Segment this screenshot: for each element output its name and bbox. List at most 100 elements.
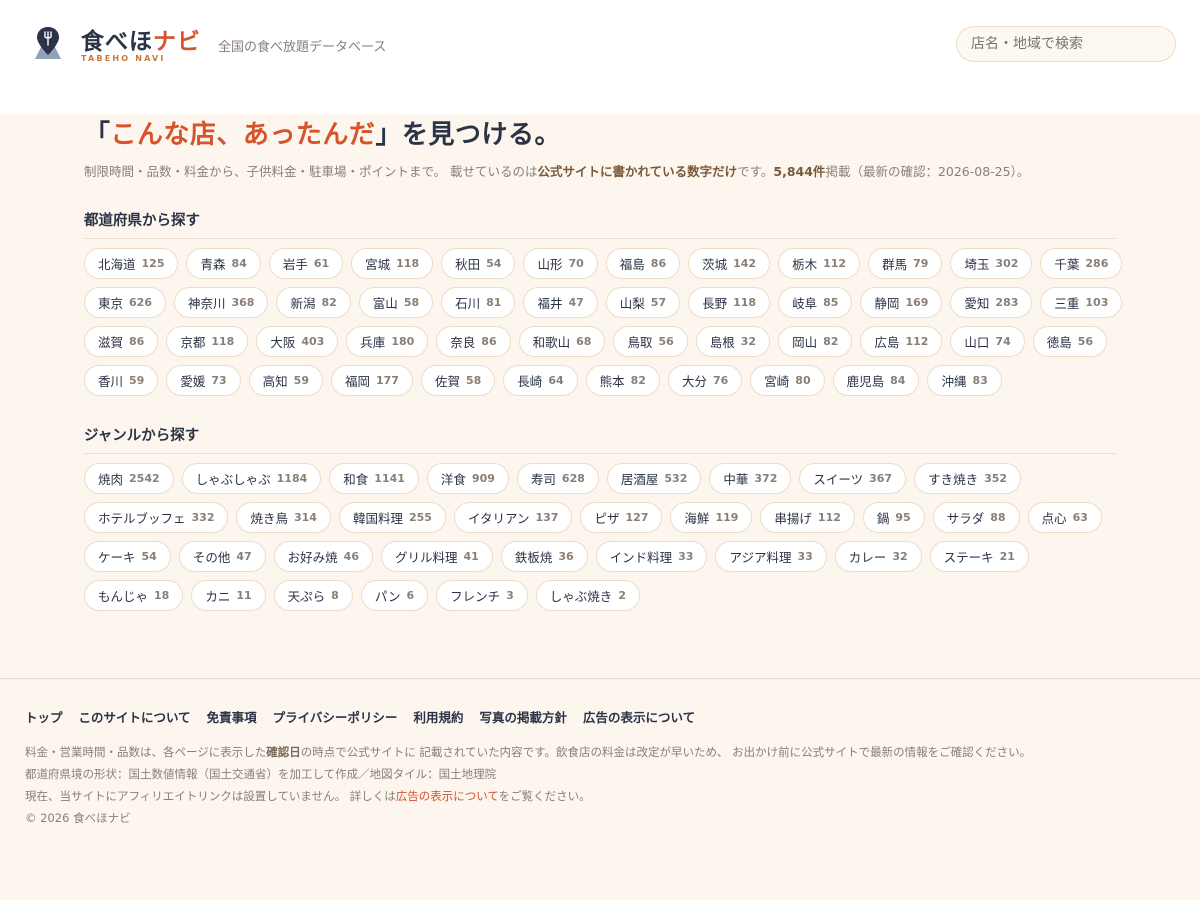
genre-chip-label: 海鮮: [684, 511, 710, 526]
prefecture-chip[interactable]: 福井 47: [523, 287, 598, 318]
genre-chip[interactable]: 寿司 628: [516, 463, 599, 494]
prefecture-chip[interactable]: 島根 32: [695, 326, 771, 357]
genre-chip[interactable]: カレー 32: [834, 541, 922, 572]
prefecture-chip[interactable]: 宮城 118: [351, 248, 434, 279]
genre-chip[interactable]: アジア料理 33: [715, 541, 827, 572]
prefecture-chip[interactable]: 高知 59: [248, 365, 323, 396]
prefecture-chip[interactable]: 群馬 79: [868, 248, 943, 279]
genre-chip[interactable]: 韓国料理 255: [338, 502, 446, 533]
prefecture-chip[interactable]: 香川 59: [84, 365, 159, 396]
footer-link[interactable]: 免責事項: [207, 707, 257, 726]
genre-chip[interactable]: 焼肉 2542: [84, 463, 174, 494]
prefecture-chip-label: 新潟: [290, 296, 316, 311]
genre-chip[interactable]: ホテルブッフェ 332: [84, 502, 229, 533]
genre-chip[interactable]: フレンチ 3: [436, 580, 528, 611]
prefecture-chip[interactable]: 山梨 57: [605, 287, 681, 318]
genre-chip[interactable]: イタリアン 137: [453, 502, 573, 533]
genre-chip[interactable]: 鉄板焼 36: [500, 541, 588, 572]
footer-link[interactable]: 写真の掲載方針: [479, 707, 567, 726]
genre-chip[interactable]: ステーキ 21: [929, 541, 1029, 572]
prefecture-chip[interactable]: 新潟 82: [276, 287, 351, 318]
genre-chip[interactable]: パン 6: [360, 580, 429, 611]
genre-chip[interactable]: 焼き鳥 314: [236, 502, 331, 533]
genre-chip[interactable]: 天ぷら 8: [273, 580, 353, 611]
prefecture-chip[interactable]: 佐賀 58: [420, 365, 496, 396]
genre-chip[interactable]: インド料理 33: [595, 541, 708, 572]
prefecture-chip[interactable]: 徳島 56: [1032, 326, 1108, 357]
genre-chip[interactable]: ケーキ 54: [84, 541, 171, 572]
ad-policy-link[interactable]: 広告の表示について: [396, 789, 499, 803]
footer-link[interactable]: 利用規約: [413, 707, 463, 726]
prefecture-chip[interactable]: 宮崎 80: [750, 365, 825, 396]
logo-title[interactable]: 食べほナビ: [81, 22, 201, 56]
prefecture-chip[interactable]: 沖縄 83: [927, 365, 1002, 396]
prefecture-chip[interactable]: 東京 626: [84, 287, 166, 318]
prefecture-chip[interactable]: 茨城 142: [688, 248, 771, 279]
prefecture-chip[interactable]: 秋田 54: [441, 248, 516, 279]
genre-chip[interactable]: 居酒屋 532: [606, 463, 702, 494]
genre-chip[interactable]: 和食 1141: [329, 463, 419, 494]
prefecture-chip[interactable]: 岐阜 85: [778, 287, 853, 318]
prefecture-chip[interactable]: 長野 118: [688, 287, 771, 318]
prefecture-chip-label: 長崎: [517, 374, 543, 389]
prefecture-chip[interactable]: 山口 74: [950, 326, 1025, 357]
prefecture-chip[interactable]: 静岡 169: [860, 287, 943, 318]
genre-chip[interactable]: もんじゃ 18: [84, 580, 184, 611]
prefecture-chip[interactable]: 岡山 82: [778, 326, 853, 357]
genre-chip[interactable]: お好み焼 46: [273, 541, 373, 572]
genre-chip[interactable]: 海鮮 119: [670, 502, 753, 533]
genre-chip[interactable]: グリル料理 41: [380, 541, 493, 572]
prefecture-chip[interactable]: 鳥取 56: [613, 326, 688, 357]
genre-chip[interactable]: 点心 63: [1027, 502, 1102, 533]
genre-chip[interactable]: ピザ 127: [580, 502, 663, 533]
genre-chip[interactable]: カニ 11: [191, 580, 266, 611]
footer-link[interactable]: トップ: [25, 707, 63, 726]
prefecture-chip[interactable]: 奈良 86: [436, 326, 511, 357]
genre-chip[interactable]: 鍋 95: [862, 502, 925, 533]
prefecture-chip[interactable]: 青森 84: [186, 248, 261, 279]
prefecture-chip[interactable]: 神奈川 368: [173, 287, 269, 318]
prefecture-chip[interactable]: 愛知 283: [950, 287, 1033, 318]
prefecture-chip[interactable]: 北海道 125: [84, 248, 179, 279]
footer-link[interactable]: このサイトについて: [79, 707, 191, 726]
prefecture-chip[interactable]: 大阪 403: [256, 326, 339, 357]
prefecture-chip[interactable]: 富山 58: [358, 287, 434, 318]
genre-chip[interactable]: 洋食 909: [426, 463, 509, 494]
genre-chip[interactable]: 串揚げ 112: [760, 502, 855, 533]
footer-link[interactable]: 広告の表示について: [583, 707, 695, 726]
footer-link[interactable]: プライバシーポリシー: [273, 707, 398, 726]
genre-chip[interactable]: サラダ 88: [932, 502, 1020, 533]
map-pin-fork-icon[interactable]: [31, 25, 65, 61]
prefecture-chip[interactable]: 千葉 286: [1040, 248, 1123, 279]
genre-chip[interactable]: しゃぶしゃぶ 1184: [181, 463, 322, 494]
prefecture-chip[interactable]: 広島 112: [860, 326, 943, 357]
prefecture-chip[interactable]: 京都 118: [166, 326, 249, 357]
genre-chip[interactable]: その他 47: [178, 541, 266, 572]
prefecture-chip[interactable]: 福岡 177: [330, 365, 413, 396]
title-close: 」を見つける。: [375, 120, 562, 150]
prefecture-chip[interactable]: 愛媛 73: [166, 365, 241, 396]
prefecture-chip[interactable]: 埼玉 302: [950, 248, 1033, 279]
prefecture-chip[interactable]: 滋賀 86: [84, 326, 159, 357]
prefecture-chip[interactable]: 岩手 61: [268, 248, 344, 279]
prefecture-chip[interactable]: 福島 86: [605, 248, 681, 279]
prefecture-chip[interactable]: 熊本 82: [585, 365, 660, 396]
prefecture-chip[interactable]: 鹿児島 84: [832, 365, 920, 396]
prefecture-chip[interactable]: 三重 103: [1040, 287, 1123, 318]
genre-chip[interactable]: スイーツ 367: [799, 463, 907, 494]
genre-chip[interactable]: しゃぶ焼き 2: [535, 580, 640, 611]
prefecture-chip[interactable]: 栃木 112: [778, 248, 861, 279]
prefecture-chip[interactable]: 山形 70: [523, 248, 598, 279]
prefecture-chip[interactable]: 長崎 64: [503, 365, 578, 396]
genre-chip[interactable]: すき焼き 352: [914, 463, 1022, 494]
prefecture-chip[interactable]: 石川 81: [441, 287, 516, 318]
prefecture-chip-count: 112: [905, 335, 929, 348]
prefecture-chip[interactable]: 和歌山 68: [518, 326, 606, 357]
genre-chip-label: 点心: [1041, 511, 1067, 526]
prefecture-chip-label: 愛知: [964, 296, 990, 311]
prefecture-chip[interactable]: 大分 76: [667, 365, 743, 396]
prefecture-chip[interactable]: 兵庫 180: [346, 326, 429, 357]
genre-chip[interactable]: 中華 372: [709, 463, 792, 494]
genre-section-heading: ジャンルから探す: [84, 424, 1116, 454]
search-input[interactable]: [956, 26, 1176, 62]
